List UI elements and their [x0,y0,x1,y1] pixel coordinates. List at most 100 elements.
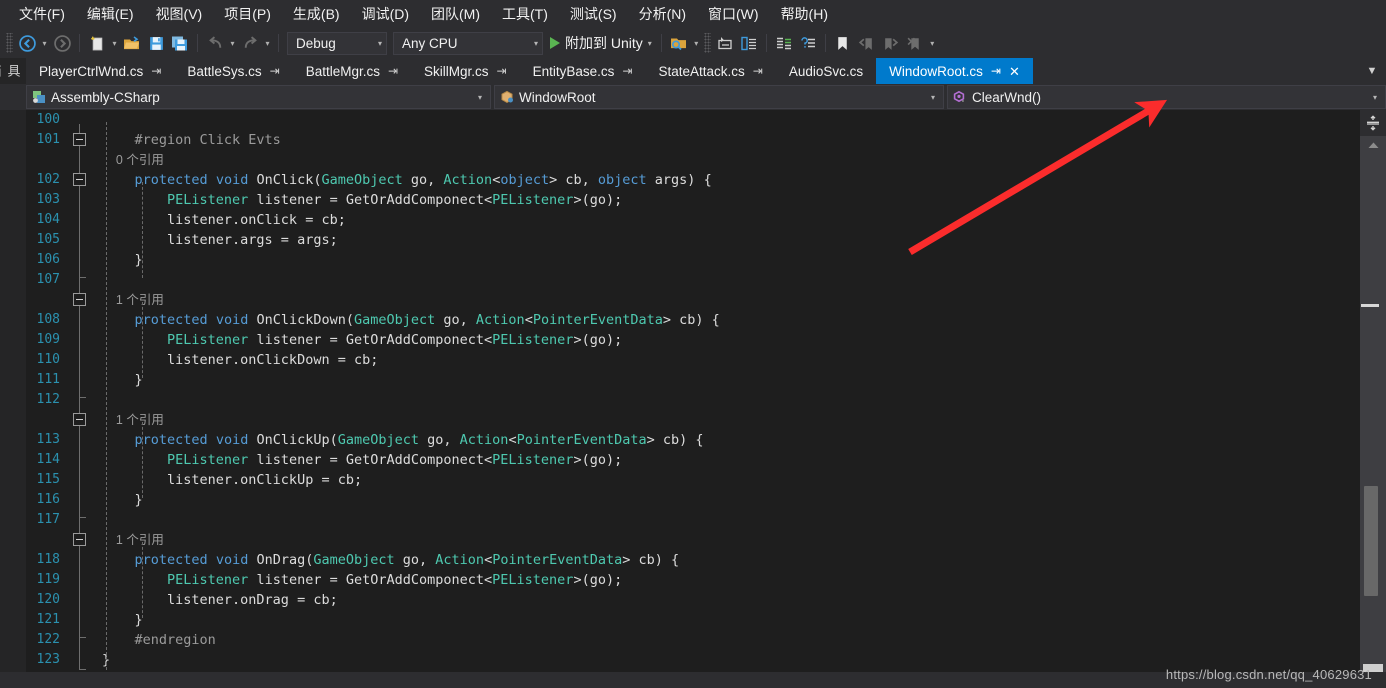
previous-bookmark-icon[interactable] [855,31,879,55]
solution-platform-value: Any CPU [402,35,458,51]
pin-icon[interactable]: ⇥ [497,65,507,77]
close-icon[interactable]: ✕ [1009,65,1020,78]
codelens-reference-count[interactable]: 1 个引用 [94,290,1386,310]
menu-item-edit[interactable]: 编辑(E) [76,0,145,28]
code-text-area[interactable]: #region Click Evts 0 个引用 protected void … [94,110,1386,672]
codelens-reference-count[interactable]: 1 个引用 [94,410,1386,430]
tab-skillmgr[interactable]: SkillMgr.cs ⇥ [411,58,520,84]
tab-list: PlayerCtrlWnd.cs ⇥ BattleSys.cs ⇥ Battle… [26,58,1358,84]
redo-icon[interactable] [238,31,262,55]
collapse-button-onclickup[interactable] [73,413,86,426]
code-editor[interactable]: 100 101 102 103 104 105 106 107 108 109 … [0,110,1386,672]
navigate-forward-icon[interactable] [50,31,74,55]
watermark-url: https://blog.csdn.net/qq_40629631 [1165,667,1372,682]
tab-playerctrlwnd[interactable]: PlayerCtrlWnd.cs ⇥ [26,58,175,84]
menu-item-view[interactable]: 视图(V) [145,0,214,28]
tab-label: SkillMgr.cs [424,63,489,79]
menu-item-project[interactable]: 项目(P) [213,0,282,28]
outlining-margin[interactable] [66,110,94,672]
line-number [26,410,60,430]
collapse-button-onclickdown[interactable] [73,293,86,306]
tab-overflow-icon[interactable]: ▼ [1358,58,1386,84]
toolbar-separator [278,34,279,52]
clear-bookmarks-icon[interactable] [903,31,927,55]
menu-item-window[interactable]: 窗口(W) [697,0,770,28]
redo-dropdown-icon[interactable]: ▾ [262,31,273,55]
indent-guide [142,302,143,378]
toolbar-separator [79,34,80,52]
toggle-selection-icon[interactable] [713,31,737,55]
save-all-icon[interactable] [168,31,192,55]
tab-battlesys[interactable]: BattleSys.cs ⇥ [174,58,293,84]
scroll-up-icon[interactable] [1360,136,1386,154]
codelens-reference-count[interactable]: 1 个引用 [94,530,1386,550]
attach-to-unity-label: 附加到 Unity [565,35,643,51]
pin-icon[interactable]: ⇥ [270,65,280,77]
bookmark-icon[interactable] [831,31,855,55]
tab-label: AudioSvc.cs [788,63,864,79]
navigate-back-dropdown-icon[interactable]: ▾ [39,31,50,55]
solution-platform-combo[interactable]: Any CPU ▾ [393,31,543,55]
menu-item-help[interactable]: 帮助(H) [770,0,839,28]
toolbar-overflow-icon[interactable]: ▾ [927,31,938,55]
navbar-project-dropdown[interactable]: Assembly-CSharp ▾ [26,85,491,109]
tab-battlemgr[interactable]: BattleMgr.cs ⇥ [292,58,412,84]
menu-item-build[interactable]: 生成(B) [282,0,351,28]
chevron-down-icon[interactable]: ▾ [648,39,652,48]
navbar-member-dropdown[interactable]: ClearWnd() ▾ [947,85,1386,109]
tab-entitybase[interactable]: EntityBase.cs ⇥ [519,58,646,84]
navbar-class-dropdown[interactable]: WindowRoot ▾ [494,85,944,109]
code-line: listener.onClick = cb; [102,212,346,228]
collapse-button-region[interactable] [73,133,86,146]
toolbar-grip[interactable] [703,33,711,53]
pin-icon[interactable]: ⇥ [753,65,763,77]
toolbar-grip[interactable] [6,33,13,53]
chevron-down-icon: ▾ [377,38,382,48]
toggle-outline-icon[interactable] [737,31,761,55]
attach-to-unity-button[interactable]: 附加到 Unity ▾ [546,31,656,55]
pin-icon[interactable]: ⇥ [991,65,1001,77]
line-number [26,290,60,310]
split-view-icon[interactable] [1360,110,1386,136]
toolbox-tool-window-tab[interactable]: 工具箱 [0,58,40,84]
save-icon[interactable] [144,31,168,55]
method-icon [953,90,967,104]
pin-icon[interactable]: ⇥ [388,65,398,77]
new-item-icon[interactable] [85,31,109,55]
solution-configuration-combo[interactable]: Debug ▾ [287,31,387,55]
toolbar-separator [197,34,198,52]
line-number: 118 [36,552,60,567]
collapse-button-ondrag[interactable] [73,533,86,546]
tab-windowroot[interactable]: WindowRoot.cs ⇥ ✕ [876,58,1033,84]
menu-item-analyze[interactable]: 分析(N) [628,0,697,28]
find-dropdown-icon[interactable]: ▾ [691,31,702,55]
menu-item-tools[interactable]: 工具(T) [491,0,559,28]
comment-icon[interactable] [772,31,796,55]
find-in-files-icon[interactable] [667,31,691,55]
project-icon [32,90,46,104]
uncomment-icon[interactable] [796,31,820,55]
tab-stateattack[interactable]: StateAttack.cs ⇥ [645,58,776,84]
line-number: 120 [36,592,60,607]
menu-item-test[interactable]: 测试(S) [559,0,628,28]
scrollbar-thumb[interactable] [1364,486,1378,596]
menu-item-team[interactable]: 团队(M) [420,0,491,28]
open-file-icon[interactable] [120,31,144,55]
chevron-down-icon: ▾ [477,92,482,102]
menu-item-debug[interactable]: 调试(D) [351,0,420,28]
scrollbar-track[interactable] [1361,156,1383,662]
undo-dropdown-icon[interactable]: ▾ [227,31,238,55]
editor-scrollbar[interactable] [1360,110,1386,672]
pin-icon[interactable]: ⇥ [622,65,632,77]
navigate-back-icon[interactable] [15,31,39,55]
tab-audiosvc[interactable]: AudioSvc.cs [775,58,877,84]
undo-icon[interactable] [203,31,227,55]
codelens-reference-count[interactable]: 0 个引用 [94,150,1386,170]
menu-item-file[interactable]: 文件(F) [8,0,76,28]
new-item-dropdown-icon[interactable]: ▾ [109,31,120,55]
next-bookmark-icon[interactable] [879,31,903,55]
collapse-button-onclick[interactable] [73,173,86,186]
pin-icon[interactable]: ⇥ [151,65,161,77]
line-number: 121 [36,612,60,627]
